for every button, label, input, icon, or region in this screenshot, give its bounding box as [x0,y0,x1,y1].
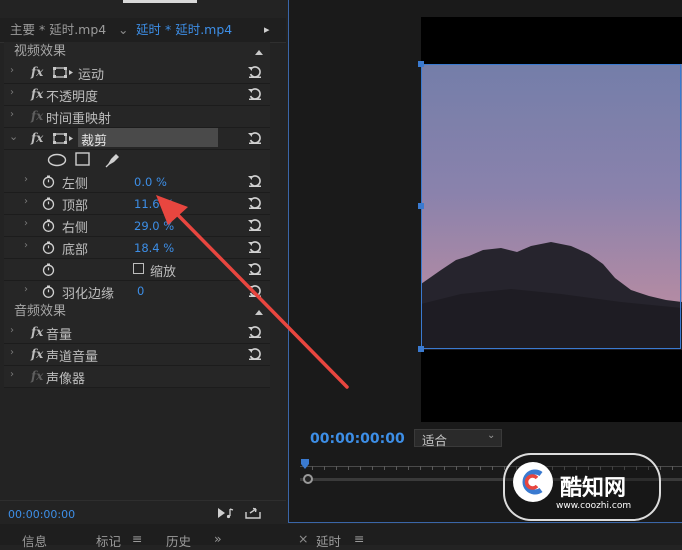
effect-row-opacity[interactable]: › fx 不透明度 [4,84,270,106]
fx-icon[interactable]: fx [31,87,43,101]
hamburger-menu-icon[interactable]: ≡ [132,531,142,546]
param-label-top: 顶部 [62,199,89,214]
effect-label-opacity: 不透明度 [46,90,99,105]
param-value-feather[interactable]: 0 [137,284,144,298]
effect-label-volume: 音量 [46,328,73,343]
crop-handle[interactable] [418,346,424,352]
stopwatch-icon[interactable] [42,241,55,254]
annotation-arrow [156,195,349,389]
expand-right-icon[interactable]: › [24,174,28,185]
transform-icon[interactable] [53,132,75,145]
tab-info[interactable]: 信息 [22,531,47,550]
stopwatch-icon[interactable] [42,285,55,298]
panel-overflow-icon[interactable]: ▸ [264,20,270,40]
export-frame-icon[interactable] [244,506,262,520]
param-label-right: 右侧 [62,221,89,236]
expand-right-icon[interactable]: › [10,109,14,120]
watermark-logo-icon [522,469,543,495]
mask-tools-row [4,150,270,172]
zoom-scrollbar-handle[interactable] [303,474,313,484]
chevron-down-icon[interactable]: ⌄ [118,20,128,40]
zoom-checkbox[interactable] [133,263,144,274]
video-effects-label: 视频效果 [14,44,67,59]
video-effects-header: 视频效果 [4,42,270,62]
transform-icon[interactable] [53,66,75,79]
effect-row-crop[interactable]: ⌄ fx 裁剪 [4,128,270,150]
playhead-icon[interactable] [300,458,310,470]
expand-right-icon[interactable]: › [10,65,14,76]
pen-mask-icon[interactable] [104,151,122,168]
tab-active-indicator [123,0,197,3]
fx-icon[interactable]: fx [31,65,43,79]
param-label-feather: 羽化边缘 [62,287,115,302]
fx-icon: fx [31,369,44,383]
expand-right-icon[interactable]: › [24,284,28,295]
expand-right-icon[interactable]: › [24,218,28,229]
fx-icon[interactable]: fx [31,325,43,339]
stopwatch-icon[interactable] [42,197,55,210]
param-label-bottom: 底部 [62,243,89,258]
fit-dropdown[interactable]: 适合 ⌄ [414,429,502,448]
collapse-down-icon[interactable]: ⌄ [9,130,18,143]
effect-label-crop: 裁剪 [81,134,108,149]
watermark-logo [513,462,553,502]
rectangle-mask-icon[interactable] [75,152,91,167]
fx-icon[interactable]: fx [31,347,43,361]
effect-controls-timecode[interactable]: 00:00:00:00 [8,508,75,521]
effect-label-channel-volume: 声道音量 [46,350,99,365]
expand-right-icon[interactable]: › [24,240,28,251]
reset-icon[interactable] [247,65,263,79]
tab-history[interactable]: 历史 [166,531,191,550]
expand-right-icon[interactable]: › [10,347,14,358]
expand-right-icon[interactable]: › [10,87,14,98]
stopwatch-icon[interactable] [42,175,55,188]
reset-icon[interactable] [247,87,263,101]
stopwatch-icon[interactable] [42,263,55,276]
play-audio-icon[interactable] [217,507,235,519]
expand-right-icon[interactable]: › [10,325,14,336]
tab-markers[interactable]: 标记 [96,531,121,550]
program-timecode[interactable]: 00:00:00:00 [310,431,405,447]
param-value-left[interactable]: 0.0 % [134,175,167,189]
expand-right-icon[interactable]: › [10,369,14,380]
close-icon[interactable]: × [298,531,308,546]
param-label-left: 左侧 [62,177,89,192]
fx-icon[interactable]: fx [31,131,43,145]
chevron-down-icon: ⌄ [487,430,496,441]
effect-label-motion: 运动 [78,68,105,83]
collapse-up-icon[interactable] [254,48,264,56]
tab-timeline[interactable]: 延时 [316,531,341,550]
crop-handle[interactable] [418,61,424,67]
crop-bounding-box[interactable] [421,64,681,349]
fit-dropdown-value: 适合 [422,433,448,448]
tab-active-clip[interactable]: 延时 * 延时.mp4 [136,20,232,40]
ellipse-mask-icon[interactable] [47,153,67,167]
audio-effects-label: 音频效果 [14,304,67,319]
crop-handle[interactable] [418,203,424,209]
param-row-left[interactable]: › 左侧 0.0 % [4,171,270,193]
panel-overflow-icon[interactable]: » [214,531,222,546]
tab-source[interactable]: 主要 * 延时.mp4 [10,20,106,40]
watermark-text: 酷知网 [560,476,627,501]
reset-icon[interactable] [247,131,263,145]
hamburger-menu-icon[interactable]: ≡ [354,531,364,546]
reset-icon[interactable] [247,174,263,188]
effect-row-motion[interactable]: › fx 运动 [4,62,270,84]
effect-row-time-remap[interactable]: › fx 时间重映射 [4,106,270,128]
effect-label-time-remap: 时间重映射 [46,112,112,127]
expand-right-icon[interactable]: › [24,196,28,207]
fx-icon: fx [31,109,44,123]
effect-label-panner: 声像器 [46,372,86,387]
stopwatch-icon[interactable] [42,219,55,232]
watermark-url: www.coozhi.com [556,501,632,511]
